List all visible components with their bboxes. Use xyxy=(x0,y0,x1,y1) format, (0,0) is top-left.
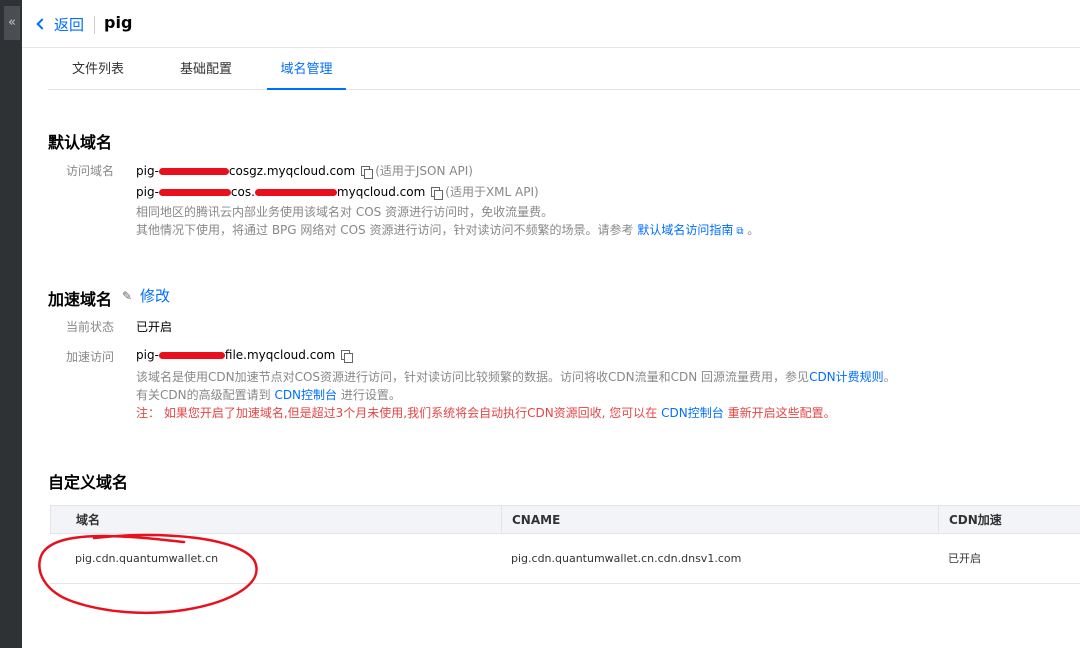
cdn-console-link-warning[interactable]: CDN控制台 xyxy=(661,406,724,420)
redaction-mark xyxy=(254,189,337,196)
recycle-warning: 注： 如果您开启了加速域名,但是超过3个月未使用,我们系统将会自动执行CDN资源… xyxy=(136,404,836,421)
copy-icon[interactable] xyxy=(361,166,374,179)
back-label: 返回 xyxy=(54,16,85,34)
custom-domain-table: 域名 CNAME CDN加速 pig.cdn.quantumwallet.cn … xyxy=(50,505,1080,584)
link-label: 默认域名访问指南 xyxy=(637,223,734,237)
table-row[interactable]: pig.cdn.quantumwallet.cn pig.cdn.quantum… xyxy=(50,534,1080,584)
hint-text: 其他情况下使用，将通过 BPG 网络对 COS 资源进行访问，针对读访问不频繁的… xyxy=(136,223,634,237)
domain-suffix: cosgz.myqcloud.com xyxy=(228,164,356,178)
status-label: 当前状态 xyxy=(66,320,115,334)
tab-bar: 文件列表 基础配置 域名管理 xyxy=(48,48,1080,90)
domain-prefix: pig- xyxy=(136,164,159,178)
column-header-cdn: CDN加速 xyxy=(938,506,1080,534)
back-button[interactable]: 返回 xyxy=(36,14,85,35)
hint-text: 。 xyxy=(747,223,760,237)
tab-file-list[interactable]: 文件列表 xyxy=(60,48,136,90)
accel-domain: pig-file.myqcloud.com xyxy=(136,348,355,363)
domain-prefix: pig- xyxy=(136,348,159,362)
api-note: (适用于JSON API) xyxy=(375,164,473,178)
default-domain-hint-2: 其他情况下使用，将通过 BPG 网络对 COS 资源进行访问，针对读访问不频繁的… xyxy=(136,221,759,238)
accel-hint-2: 有关CDN的高级配置请到 CDN控制台 进行设置。 xyxy=(136,386,401,403)
hint-text: 有关CDN的高级配置请到 xyxy=(136,388,271,402)
cell-cname: pig.cdn.quantumwallet.cn.cdn.dnsv1.com xyxy=(511,552,742,565)
domain-suffix: myqcloud.com xyxy=(336,185,426,199)
domain-suffix: file.myqcloud.com xyxy=(224,348,336,362)
copy-icon[interactable] xyxy=(341,350,354,363)
default-domain-hint-1: 相同地区的腾讯云内部业务使用该域名对 COS 资源进行访问时，免收流量费。 xyxy=(136,205,554,219)
hint-text: 进行设置。 xyxy=(340,388,401,402)
redaction-mark xyxy=(158,352,225,359)
api-note: (适用于XML API) xyxy=(445,185,539,199)
accel-access-label: 加速访问 xyxy=(66,350,115,364)
warning-text: 注： 如果您开启了加速域名,但是超过3个月未使用,我们系统将会自动执行CDN资源… xyxy=(136,406,658,420)
access-domain-label: 访问域名 xyxy=(66,164,115,178)
accel-domain-title: 加速域名 xyxy=(48,290,113,309)
copy-icon[interactable] xyxy=(431,187,444,200)
cell-domain: pig.cdn.quantumwallet.cn xyxy=(75,552,219,565)
edit-button[interactable]: 修改 xyxy=(140,285,170,306)
pencil-icon[interactable]: ✎ xyxy=(122,289,132,303)
domain-mid: cos. xyxy=(230,185,255,199)
xml-api-domain: pig-cos. myqcloud.com (适用于XML API) xyxy=(136,183,539,200)
main-panel: 返回 pig 文件列表 基础配置 域名管理 默认域名 访问域名 pig-cosg… xyxy=(22,0,1080,648)
tab-domain-management[interactable]: 域名管理 xyxy=(267,48,346,90)
custom-domain-title: 自定义域名 xyxy=(48,473,129,492)
column-header-cname: CNAME xyxy=(501,506,938,534)
chevron-left-icon xyxy=(36,18,48,30)
page-header: 返回 pig xyxy=(22,0,1080,48)
accel-hint-1: 该域名是使用CDN加速节点对COS资源进行访问，针对读访问比较频繁的数据。访问将… xyxy=(136,368,896,385)
collapse-sidebar-icon[interactable]: « xyxy=(4,6,20,40)
redaction-mark xyxy=(158,168,229,175)
warning-text: 重新开启这些配置。 xyxy=(727,406,836,420)
cdn-billing-link[interactable]: CDN计费规则 xyxy=(809,370,884,384)
tab-basic-config[interactable]: 基础配置 xyxy=(168,48,244,90)
column-header-domain: 域名 xyxy=(76,513,101,527)
status-value: 已开启 xyxy=(136,320,173,334)
hint-text: 。 xyxy=(883,370,896,384)
header-divider xyxy=(94,16,95,34)
page-title: pig xyxy=(104,13,133,32)
left-sidebar: « xyxy=(0,0,22,648)
cell-cdn-status: 已开启 xyxy=(948,552,981,565)
domain-prefix: pig- xyxy=(136,185,159,199)
cdn-console-link[interactable]: CDN控制台 xyxy=(274,388,337,402)
hint-text: 该域名是使用CDN加速节点对COS资源进行访问，针对读访问比较频繁的数据。访问将… xyxy=(136,370,810,384)
json-api-domain: pig-cosgz.myqcloud.com (适用于JSON API) xyxy=(136,162,473,179)
external-link-icon: ⧉ xyxy=(736,226,744,237)
default-domain-guide-link[interactable]: 默认域名访问指南 ⧉ xyxy=(637,223,743,237)
default-domain-title: 默认域名 xyxy=(48,133,113,152)
table-header: 域名 CNAME CDN加速 xyxy=(50,505,1080,534)
redaction-mark xyxy=(158,189,231,196)
